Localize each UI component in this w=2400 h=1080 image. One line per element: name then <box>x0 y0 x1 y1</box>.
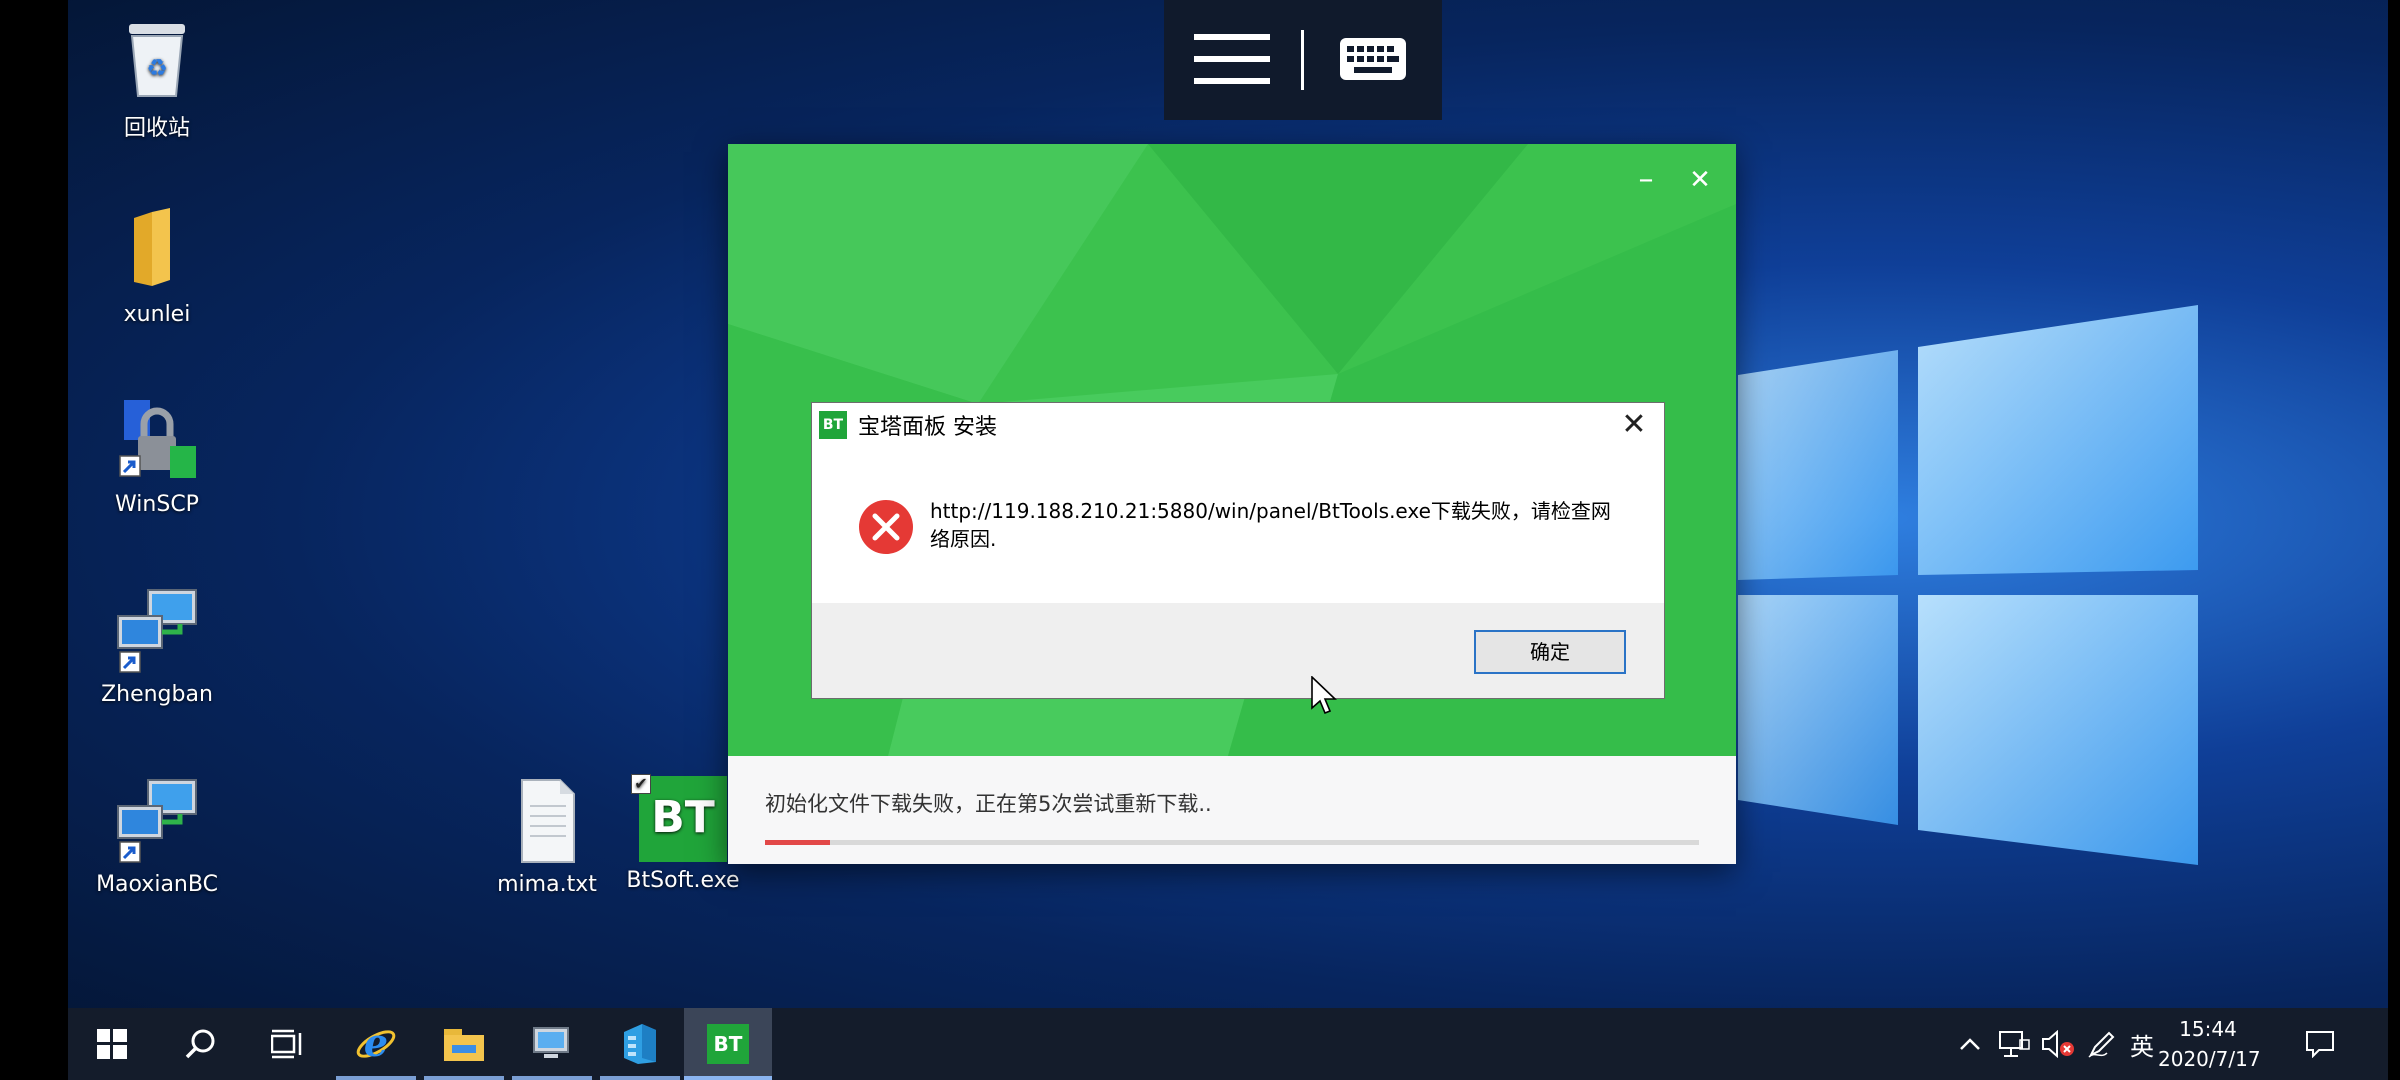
winscp-icon <box>112 396 202 486</box>
recycle-bin-icon: ♻ <box>112 14 202 104</box>
desktop-icon-mima-txt[interactable]: mima.txt <box>472 776 622 897</box>
action-center-button[interactable] <box>2292 1008 2348 1080</box>
start-button[interactable] <box>68 1008 156 1080</box>
clock-date: 2020/7/17 <box>2158 1047 2261 1071</box>
desktop-icon-maoxianbc[interactable]: MaoxianBC <box>82 776 232 897</box>
installer-close-button[interactable]: ✕ <box>1678 158 1722 202</box>
pen-icon <box>2088 1031 2115 1058</box>
desktop-icon-label: xunlei <box>123 302 191 327</box>
remote-session-toolbar <box>1164 0 1442 120</box>
desktop-icon-winscp[interactable]: WinSCP <box>82 396 232 517</box>
taskbar-file-explorer[interactable] <box>420 1008 508 1080</box>
progress-bar <box>765 840 1699 845</box>
bt-app-badge-text: BT <box>651 792 715 843</box>
keyboard-icon[interactable] <box>1338 36 1408 84</box>
internet-explorer-icon: e <box>356 1022 396 1065</box>
toolbar-divider <box>1301 30 1304 90</box>
pen-tray-button[interactable] <box>2080 1008 2124 1080</box>
volume-muted-icon <box>2042 1030 2074 1058</box>
taskbar: e BT 英 15:44 2020/7/17 <box>68 1008 2388 1080</box>
progress-status-text: 初始化文件下载失败，正在第5次尝试重新下载.. <box>765 792 1212 816</box>
task-view-icon <box>271 1029 302 1059</box>
svg-text:♻: ♻ <box>146 54 168 82</box>
desktop-icon-recycle-bin[interactable]: ♻ 回收站 <box>82 14 232 142</box>
clock-time: 15:44 <box>2179 1017 2237 1041</box>
progress-bar-fill <box>765 840 831 845</box>
remote-desktop-icon <box>533 1027 569 1058</box>
dialog-message: http://119.188.210.21:5880/win/panel/BtT… <box>930 499 1611 551</box>
error-dialog: BT 宝塔面板 安装 ✕ http://119.188.210.21:5880/… <box>811 402 1665 699</box>
svg-text:e: e <box>364 1022 388 1065</box>
volume-tray-button[interactable] <box>2036 1008 2080 1080</box>
remote-desktop-icon <box>112 586 202 676</box>
installer-progress-area: 初始化文件下载失败，正在第5次尝试重新下载.. <box>728 756 1736 864</box>
dialog-close-button[interactable]: ✕ <box>1612 405 1656 445</box>
show-hidden-icons-button[interactable] <box>1948 1008 1992 1080</box>
taskbar-remote-desktop[interactable] <box>508 1008 596 1080</box>
text-file-icon <box>502 776 592 866</box>
mouse-cursor-icon <box>1311 676 1337 715</box>
server-manager-icon <box>624 1024 656 1064</box>
taskbar-server-manager[interactable] <box>596 1008 684 1080</box>
taskbar-internet-explorer[interactable]: e <box>332 1008 420 1080</box>
task-view-button[interactable] <box>244 1008 332 1080</box>
hamburger-menu-icon[interactable] <box>1194 34 1270 86</box>
taskbar-clock[interactable]: 15:44 2020/7/17 <box>2158 1014 2261 1074</box>
search-icon <box>185 1029 215 1059</box>
file-explorer-icon <box>444 1029 484 1061</box>
search-button[interactable] <box>156 1008 244 1080</box>
checkbox-icon[interactable]: ✔ <box>631 774 651 794</box>
taskbar-bt-installer[interactable]: BT <box>684 1008 772 1080</box>
desktop-icon-label: WinSCP <box>115 492 199 517</box>
desktop-icon-zhengban[interactable]: Zhengban <box>82 586 232 707</box>
desktop-icon-label: BtSoft.exe <box>626 868 740 893</box>
desktop-icon-label: mima.txt <box>497 872 597 897</box>
bt-logo-icon: BT <box>819 411 847 439</box>
bt-app-icon: BT <box>707 1024 749 1064</box>
bt-app-icon: BT ✔ <box>631 774 727 862</box>
error-icon <box>858 499 914 559</box>
chevron-up-icon <box>1960 1038 1980 1050</box>
windows-light-logo <box>1738 305 2198 865</box>
desktop-icon-label: MaoxianBC <box>96 872 218 897</box>
dialog-title: 宝塔面板 安装 <box>858 415 997 440</box>
network-tray-button[interactable] <box>1992 1008 2036 1080</box>
dialog-footer: 确定 <box>812 603 1664 698</box>
notification-icon <box>2306 1031 2334 1058</box>
folder-icon <box>112 206 202 296</box>
ok-button[interactable]: 确定 <box>1474 630 1626 674</box>
installer-minimize-button[interactable]: – <box>1624 158 1668 202</box>
network-icon <box>1999 1031 2030 1057</box>
desktop-icon-label: 回收站 <box>123 116 190 141</box>
remote-desktop-icon <box>112 776 202 866</box>
windows-start-icon <box>97 1029 127 1059</box>
desktop-icon-label: Zhengban <box>101 682 213 707</box>
desktop-icon-xunlei[interactable]: xunlei <box>82 206 232 327</box>
desktop: ♻ 回收站 xunlei WinSCP Zhengban MaoxianBC m… <box>68 0 2388 1080</box>
input-method-indicator[interactable]: 英 <box>2124 1008 2160 1080</box>
